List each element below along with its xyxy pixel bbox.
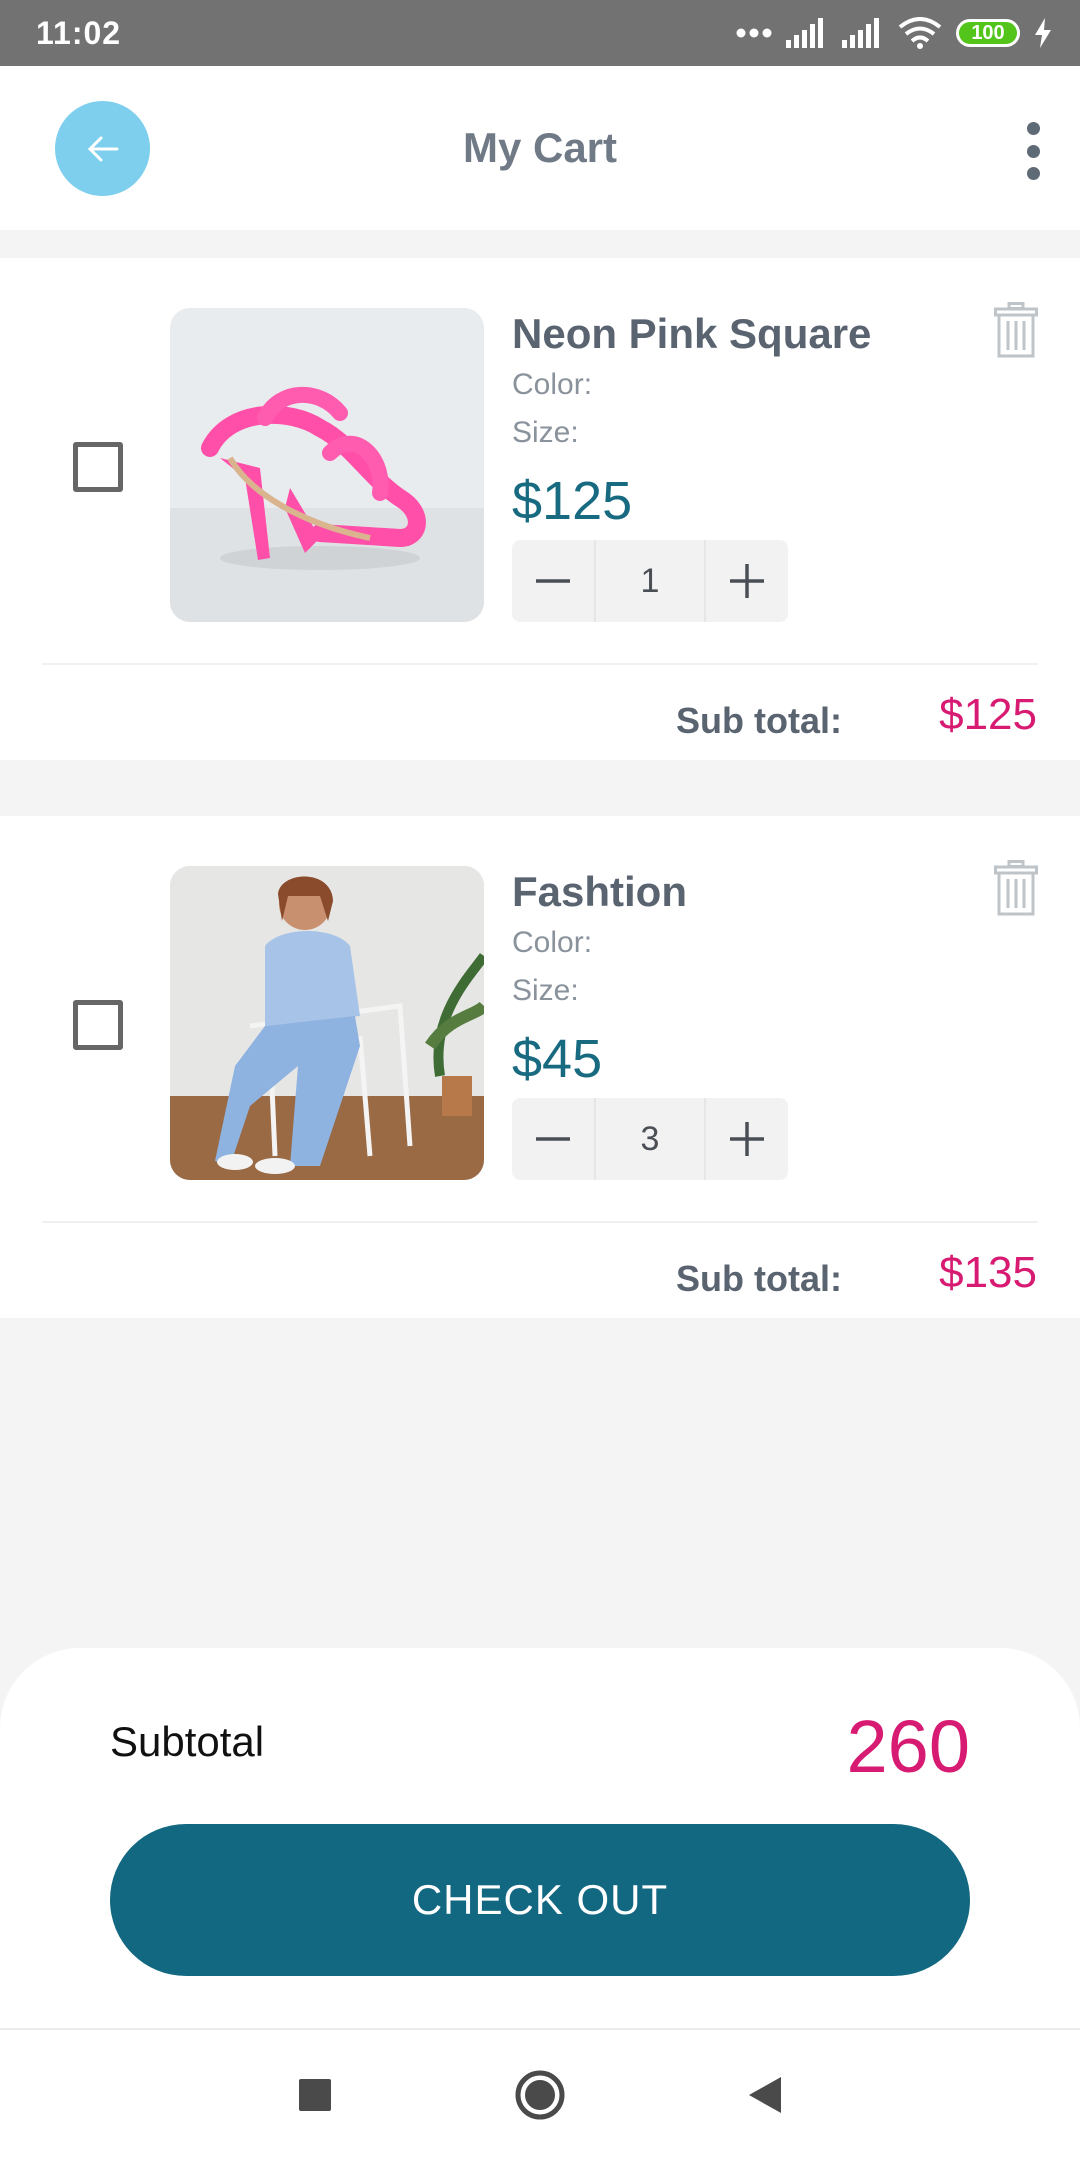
- checkout-button[interactable]: CHECK OUT: [110, 1824, 970, 1976]
- item-subtotal-label: Sub total:: [676, 1258, 842, 1299]
- item-name: Neon Pink Square: [512, 310, 872, 357]
- item-name: Fashtion: [512, 868, 687, 915]
- wifi-icon: [898, 17, 942, 49]
- item-price: $45: [512, 1029, 603, 1089]
- minus-icon: [536, 579, 570, 583]
- increase-button[interactable]: [706, 1098, 788, 1180]
- item-size-label: Size:: [512, 416, 579, 449]
- page-title: My Cart: [462, 124, 618, 171]
- quantity-stepper: 3: [512, 1098, 788, 1180]
- item-color-label: Color:: [512, 926, 593, 959]
- quantity-stepper: 1: [512, 540, 788, 622]
- item-price: $125: [512, 471, 633, 531]
- more-vertical-icon: [1026, 122, 1040, 135]
- item-color-label: Color:: [512, 368, 593, 401]
- dots-icon: [736, 28, 772, 38]
- triangle-back-icon[interactable]: [748, 2076, 782, 2114]
- cart-total-value: 260: [846, 1705, 970, 1788]
- minus-icon: [536, 1137, 570, 1141]
- plus-icon: [730, 1122, 764, 1156]
- quantity-value: 1: [594, 540, 706, 622]
- system-nav-bar: [0, 2028, 1080, 2160]
- trash-icon[interactable]: [994, 860, 1038, 916]
- more-options-button[interactable]: [1016, 116, 1050, 186]
- item-subtotal-label: Sub total:: [676, 700, 842, 741]
- status-bar: 11:02 100: [0, 0, 1080, 66]
- status-time: 11:02: [36, 14, 122, 51]
- cart-item: Fashtion Color: Size: $45 3 Sub total: $…: [0, 816, 1080, 1318]
- plus-icon: [730, 564, 764, 598]
- item-divider: [42, 663, 1038, 665]
- quantity-value: 3: [594, 1098, 706, 1180]
- item-checkbox[interactable]: [73, 442, 123, 492]
- item-subtotal-value: $135: [939, 1248, 1037, 1297]
- item-divider: [42, 1221, 1038, 1223]
- item-size-label: Size:: [512, 974, 579, 1007]
- checkout-sheet: Subtotal 260 CHECK OUT: [0, 1648, 1080, 2028]
- charging-icon: [1035, 18, 1051, 48]
- product-image[interactable]: [170, 308, 484, 622]
- battery-icon: 100: [956, 19, 1020, 47]
- increase-button[interactable]: [706, 540, 788, 622]
- app-header: My Cart: [0, 66, 1080, 230]
- signal-icon: [786, 18, 823, 48]
- item-checkbox[interactable]: [73, 1000, 123, 1050]
- circle-icon[interactable]: [514, 2069, 566, 2121]
- decrease-button[interactable]: [512, 1098, 594, 1180]
- trash-icon[interactable]: [994, 302, 1038, 358]
- signal-icon: [842, 18, 879, 48]
- square-icon[interactable]: [298, 2078, 332, 2112]
- status-icons: 100: [736, 17, 1052, 49]
- item-subtotal-value: $125: [939, 690, 1037, 739]
- product-image[interactable]: [170, 866, 484, 1180]
- cart-item: Neon Pink Square Color: Size: $125 1 Sub…: [0, 258, 1080, 760]
- cart-subtotal-label: Subtotal: [110, 1718, 265, 1765]
- decrease-button[interactable]: [512, 540, 594, 622]
- battery-level: 100: [971, 21, 1005, 44]
